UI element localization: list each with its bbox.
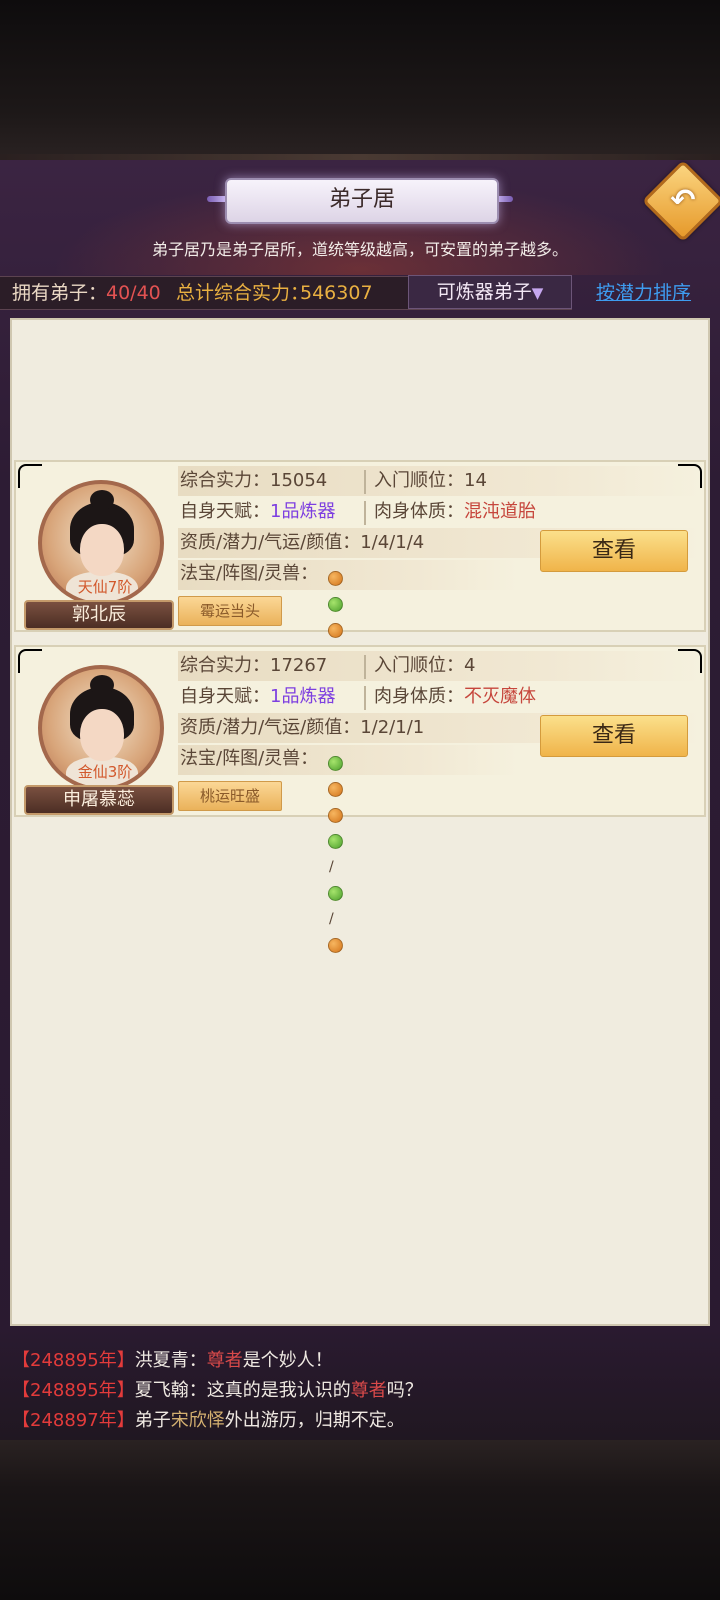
- body-label: 肉身体质：: [374, 686, 464, 707]
- total-power-label: 总计综合实力：: [176, 282, 310, 304]
- top-dark-band: [0, 0, 720, 160]
- order-label: 入门顺位：: [374, 655, 464, 676]
- treasure-dot: [328, 781, 343, 797]
- log-year: 248895年: [30, 1350, 117, 1371]
- disciple-card: 天仙7阶 郭北辰 综合实力：15054 入门顺位：14 自身天赋：1品炼器 肉身…: [14, 460, 706, 768]
- column-divider: [364, 655, 366, 679]
- disciple-portrait[interactable]: 金仙3阶: [38, 665, 164, 791]
- treasure-dot: [328, 596, 343, 612]
- attrs-value: 1/2/1/1: [360, 717, 425, 738]
- attrs-row: 资质/潜力/气运/颜值：1/4/1/4: [180, 530, 424, 556]
- log-speaker: 弟子: [134, 1410, 171, 1431]
- dropdown-arrow-icon: ▼: [531, 284, 544, 302]
- filter-selected-label: 可炼器弟子: [436, 281, 532, 303]
- body-value: 不灭魔体: [464, 686, 536, 707]
- disciple-rank: 天仙7阶: [77, 578, 133, 596]
- fortune-badge: 霉运当头: [178, 596, 282, 626]
- portrait-face: [80, 524, 124, 576]
- portrait-hair-bun: [90, 490, 114, 510]
- card-corner-ornament: [678, 649, 702, 673]
- page-subtitle: 弟子居乃是弟子居所，道统等级越高，可安置的弟子越多。: [151, 240, 568, 259]
- power-row: 综合实力：15054: [180, 468, 327, 494]
- log-highlight: 宋欣怿: [170, 1410, 225, 1431]
- column-divider: [364, 686, 366, 710]
- view-button[interactable]: 查看: [540, 715, 688, 757]
- power-value: 15054: [270, 470, 328, 491]
- portrait-hair-bun: [90, 675, 114, 695]
- treasure-dot: [328, 807, 343, 823]
- disciple-filter-dropdown[interactable]: 可炼器弟子▼: [408, 275, 572, 309]
- power-label: 综合实力：: [180, 470, 270, 491]
- order-value: 4: [464, 655, 476, 676]
- talent-value: 1品炼器: [270, 686, 336, 707]
- treasure-label: 法宝/阵图/灵兽：: [180, 563, 319, 584]
- treasure-dot: [328, 833, 343, 849]
- attrs-label: 资质/潜力/气运/颜值：: [180, 532, 361, 553]
- column-divider: [364, 501, 366, 525]
- talent-label: 自身天赋：: [180, 686, 270, 707]
- treasure-row: 法宝/阵图/灵兽： //: [180, 746, 343, 953]
- disciple-name: 郭北辰: [24, 600, 174, 630]
- attrs-label: 资质/潜力/气运/颜值：: [180, 717, 361, 738]
- attrs-row: 资质/潜力/气运/颜值：1/2/1/1: [180, 715, 424, 741]
- body-row: 肉身体质：混沌道胎: [374, 499, 536, 525]
- disciple-rank: 金仙3阶: [77, 763, 133, 781]
- treasure-dot: [328, 937, 343, 953]
- disciple-portrait[interactable]: 天仙7阶: [38, 480, 164, 606]
- disciple-card: 金仙3阶 申屠慕蕊 综合实力：17267 入门顺位：4 自身天赋：1品炼器 肉身…: [14, 645, 706, 953]
- portrait-face: [80, 709, 124, 761]
- card-corner-ornament: [18, 649, 42, 673]
- log-highlight: 尊者: [206, 1350, 243, 1371]
- sort-by-potential-link[interactable]: 按潜力排序: [596, 280, 691, 306]
- talent-label: 自身天赋：: [180, 501, 270, 522]
- disciple-name: 申屠慕蕊: [24, 785, 174, 815]
- body-label: 肉身体质：: [374, 501, 464, 522]
- treasure-label: 法宝/阵图/灵兽：: [180, 748, 319, 769]
- log-speaker: 洪夏青: [134, 1350, 189, 1371]
- log-line: 【248895年】夏飞翰：这真的是我认识的尊者吗？: [12, 1380, 423, 1401]
- talent-row: 自身天赋：1品炼器: [180, 499, 335, 525]
- treasure-dot: [328, 755, 343, 771]
- order-value: 14: [464, 470, 487, 491]
- back-arrow-icon: ↶: [670, 183, 696, 218]
- page-title: 弟子居: [225, 178, 499, 224]
- log-speaker: 夏飞翰: [134, 1380, 189, 1401]
- log-line: 【248895年】洪夏青：尊者是个妙人！: [12, 1350, 333, 1371]
- log-highlight: 尊者: [350, 1380, 387, 1401]
- disciples-count-label: 拥有弟子：: [12, 282, 108, 304]
- power-value: 17267: [270, 655, 328, 676]
- bottom-dark-band: [0, 1440, 720, 1600]
- card-corner-ornament: [678, 464, 702, 488]
- event-log: 【248895年】洪夏青：尊者是个妙人！ 【248895年】夏飞翰：这真的是我认…: [0, 1328, 720, 1440]
- treasure-dot: [328, 622, 343, 638]
- total-power-value: 546307: [300, 282, 373, 304]
- log-line: 【248897年】弟子宋欣怿外出游历，归期不定。: [12, 1410, 405, 1431]
- talent-value: 1品炼器: [270, 501, 336, 522]
- log-year: 248895年: [30, 1380, 117, 1401]
- treasure-row: 法宝/阵图/灵兽： //: [180, 561, 343, 768]
- attrs-value: 1/4/1/4: [360, 532, 425, 553]
- body-row: 肉身体质：不灭魔体: [374, 684, 536, 710]
- power-label: 综合实力：: [180, 655, 270, 676]
- view-button[interactable]: 查看: [540, 530, 688, 572]
- talent-row: 自身天赋：1品炼器: [180, 684, 335, 710]
- power-row: 综合实力：17267: [180, 653, 327, 679]
- body-value: 混沌道胎: [464, 501, 536, 522]
- treasure-dots: //: [328, 750, 343, 958]
- order-label: 入门顺位：: [374, 470, 464, 491]
- card-corner-ornament: [18, 464, 42, 488]
- treasure-dot: [328, 570, 343, 586]
- fortune-badge: 桃运旺盛: [178, 781, 282, 811]
- order-row: 入门顺位：4: [374, 653, 475, 679]
- treasure-dot: [328, 885, 343, 901]
- column-divider: [364, 470, 366, 494]
- order-row: 入门顺位：14: [374, 468, 487, 494]
- disciples-count-value: 40/40: [106, 282, 161, 304]
- log-year: 248897年: [30, 1410, 117, 1431]
